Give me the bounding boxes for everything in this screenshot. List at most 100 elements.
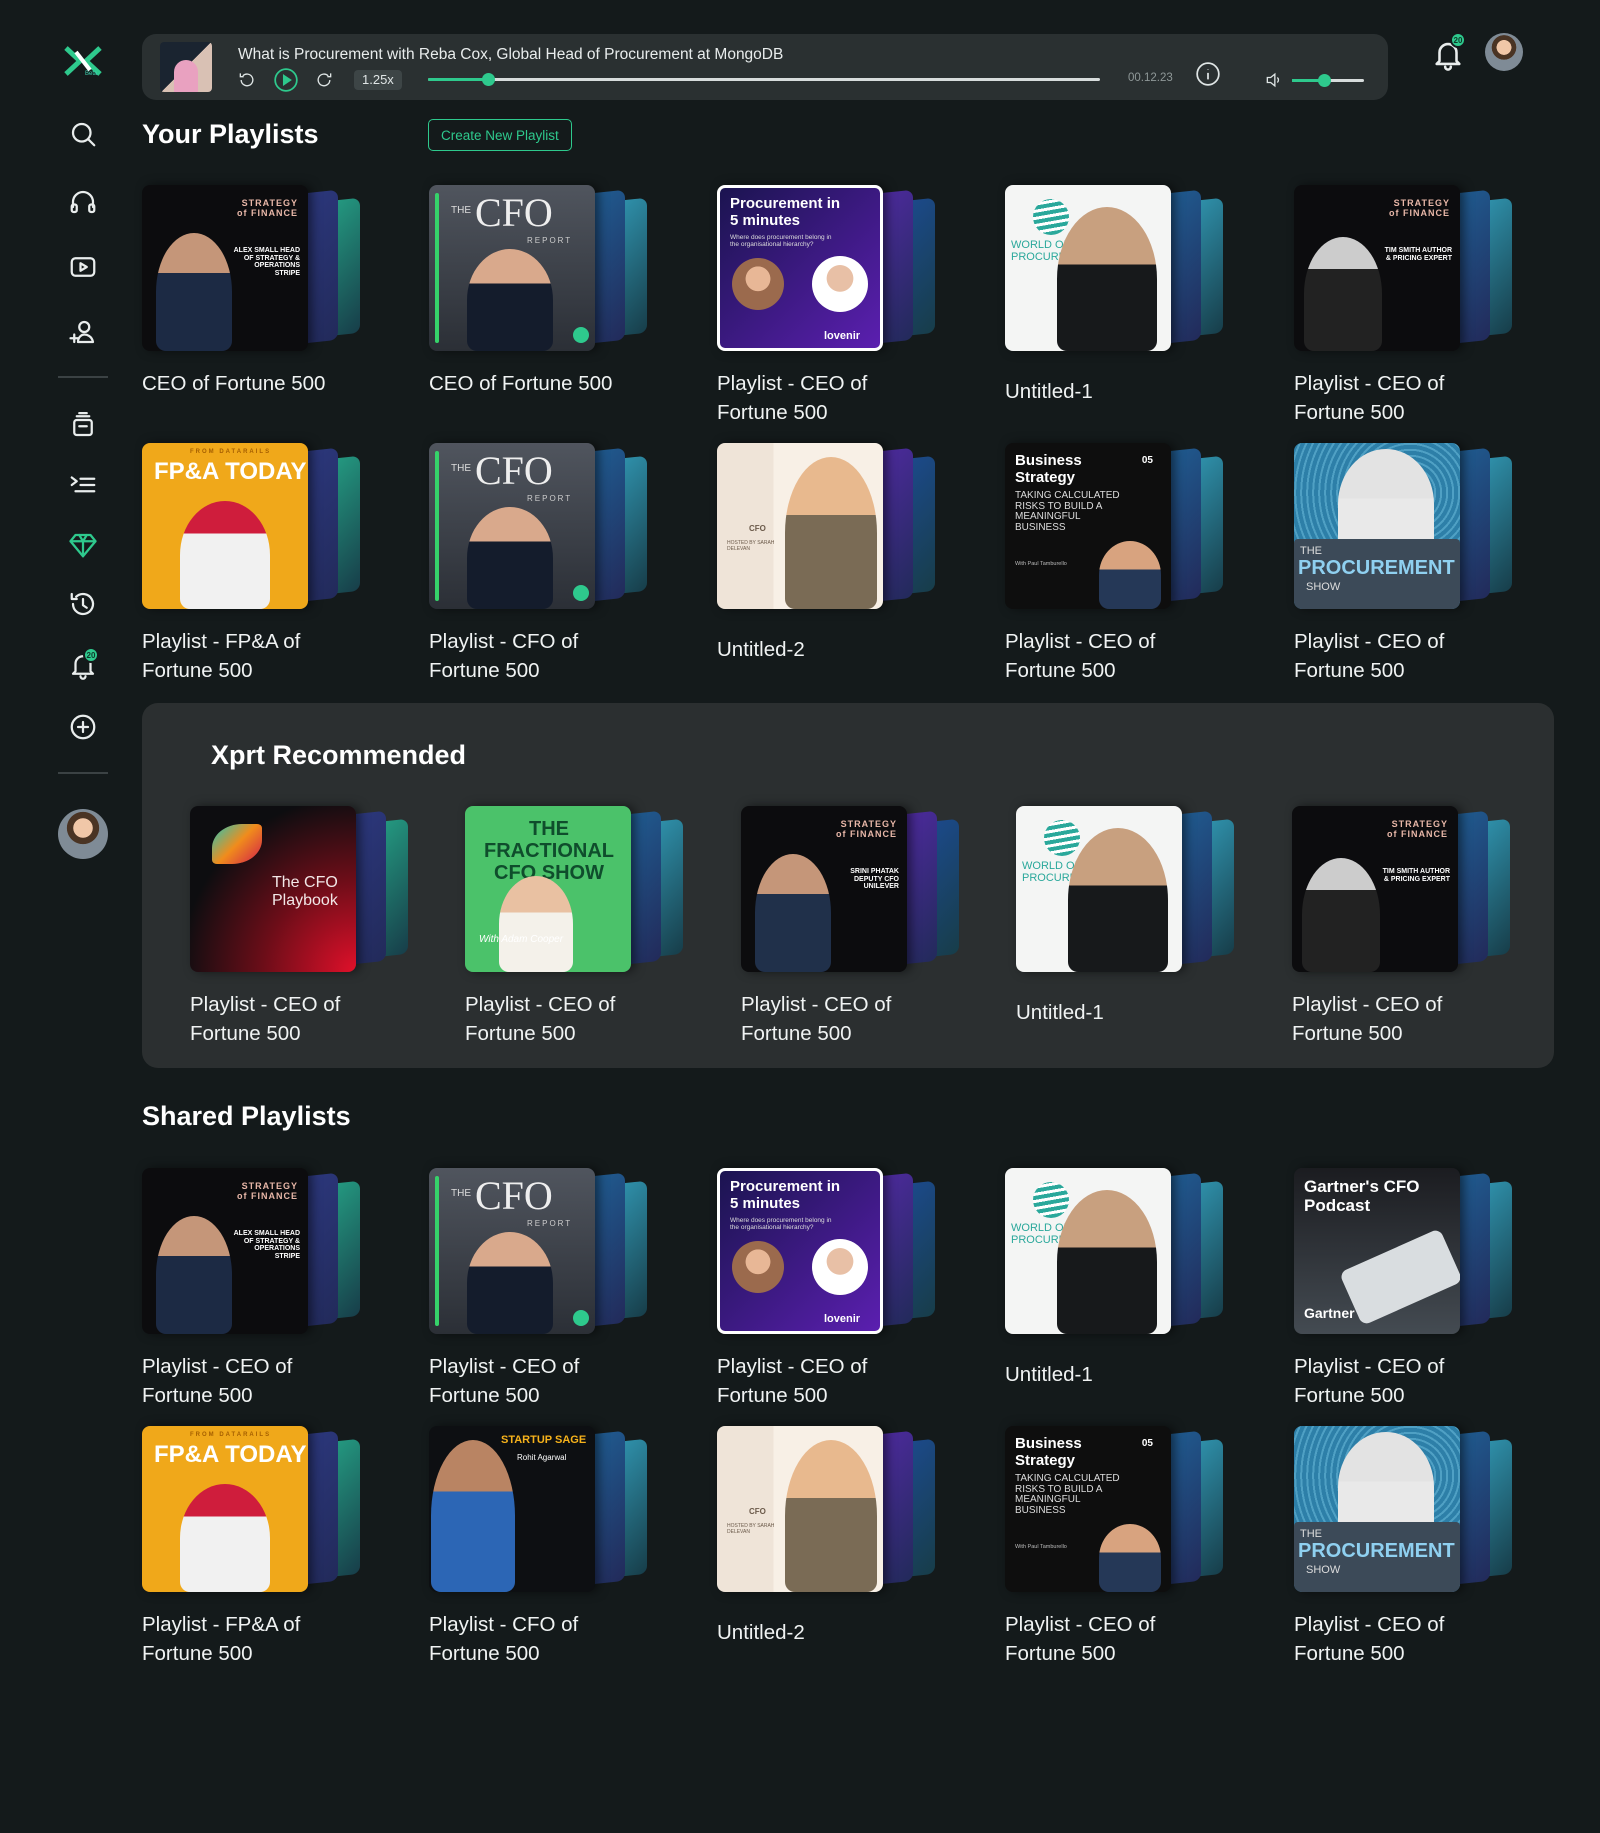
cover-title-text: THE FRACTIONAL CFO SHOW [484,818,614,884]
playlist-cover[interactable]: WORLD OF PROCUREMENT [1016,806,1182,972]
cover-guest-text: TIM SMITH AUTHOR & PRICING EXPERT [1384,247,1452,262]
cover-title-text: Gartner's CFO Podcast [1304,1177,1420,1215]
volume-slider[interactable] [1292,74,1364,87]
history-icon[interactable] [66,587,100,621]
playlist-label: Playlist - CEO of Fortune 500 [142,1355,293,1407]
hummingbird-icon [212,824,262,864]
playlist-cover[interactable]: Procurement in 5 minutes Where does procu… [717,1168,883,1334]
rewind-15-icon[interactable] [235,68,259,92]
playlist-cover[interactable]: THE CFO REPORT [429,443,595,609]
playback-speed-button[interactable]: 1.25x [354,70,402,90]
your_playlists-card[interactable]: CFO HOSTED BY SARAH DELEVAN Untitled-2 [717,443,947,683]
plus-circle-icon[interactable] [66,710,100,744]
shared_playlists-card[interactable]: THE PROCUREMENT SHOW Playlist - CEO of Fort… [1294,1426,1524,1666]
header-bell-icon[interactable]: 20 [1428,32,1468,74]
playlist-cover[interactable]: WORLD OF PROCUREMENT [1005,1168,1171,1334]
shared_playlists-card[interactable]: FROM DATARAILS FP&A TODAY Playlist - FP&A … [142,1426,372,1666]
volume-icon[interactable] [1262,68,1286,92]
playlist-cover[interactable]: Procurement in 5 minutes Where does procu… [717,185,883,351]
cover-stack: Business Strategy 05 TAKING CALCULATED RIS… [1005,1426,1237,1596]
shared_playlists-card[interactable]: THE CFO REPORT Playlist - CEO of Fortune 50… [429,1168,659,1408]
playlist-cover[interactable]: STRATEGY of FINANCE ALEX SMALL HEAD OF ST… [142,185,308,351]
forward-30-icon[interactable] [312,68,336,92]
your_playlists-card[interactable]: FROM DATARAILS FP&A TODAY Playlist - FP&A … [142,443,372,683]
info-icon[interactable] [1194,60,1222,88]
playlist-cover[interactable]: Gartner's CFO Podcast Gartner [1294,1168,1460,1334]
playlist-cover[interactable]: THE PROCUREMENT SHOW [1294,443,1460,609]
your_playlists-card[interactable]: THE CFO REPORT CEO of Fortune 500 [429,185,659,425]
search-icon[interactable] [66,117,100,151]
playlist-cover[interactable]: STRATEGY of FINANCE SRINI PHATAK DEPUTY C… [741,806,907,972]
header-avatar[interactable] [1485,33,1523,71]
cover-text: FROM DATARAILS [190,1432,272,1438]
your_playlists-card[interactable]: Procurement in 5 minutes Where does procu… [717,185,947,425]
your_playlists-card[interactable]: STRATEGY of FINANCE TIM SMITH AUTHOR & PR… [1294,185,1524,425]
cover-play-dot [573,585,589,601]
shared_playlists-card[interactable]: WORLD OF PROCUREMENT Untitled-1 [1005,1168,1235,1408]
queue-icon[interactable] [66,468,100,502]
recommended-card[interactable]: The CFO Playbook Playlist - CEO of Fortun… [190,806,420,1046]
shared_playlists-card[interactable]: STRATEGY of FINANCE ALEX SMALL HEAD OF ST… [142,1168,372,1408]
playlist-cover[interactable]: CFO HOSTED BY SARAH DELEVAN [717,443,883,609]
shared_playlists-card[interactable]: STARTUP SAGE Rohit Agarwal Playlist - CFO … [429,1426,659,1666]
your_playlists-card[interactable]: STRATEGY of FINANCE ALEX SMALL HEAD OF ST… [142,185,372,425]
cover-text: THE [1300,1528,1322,1540]
recommended-card[interactable]: WORLD OF PROCUREMENT Untitled-1 [1016,806,1246,1046]
cover-title-text: PROCUREMENT [1298,557,1455,579]
xprt-logo-icon[interactable] [62,42,104,80]
shared_playlists-card[interactable]: Gartner's CFO Podcast Gartner Playlist - C… [1294,1168,1524,1408]
playlist-cover[interactable]: FROM DATARAILS FP&A TODAY [142,1426,308,1592]
playlist-label: Untitled-2 [717,1621,805,1644]
playlist-cover[interactable]: Business Strategy 05 TAKING CALCULATED RIS… [1005,443,1171,609]
volume-handle[interactable] [1318,74,1332,87]
playlist-cover[interactable]: Business Strategy 05 TAKING CALCULATED RIS… [1005,1426,1171,1592]
diamond-icon[interactable] [66,528,100,562]
cover-text: HOSTED BY SARAH DELEVAN [727,1523,775,1535]
profile-avatar[interactable] [58,809,108,859]
episode-title: What is Procurement with Reba Cox, Globa… [238,46,784,63]
elapsed-time: 00.12.23 [1128,72,1173,84]
playlist-cover[interactable]: STRATEGY of FINANCE TIM SMITH AUTHOR & PR… [1292,806,1458,972]
playlist-cover[interactable]: THE PROCUREMENT SHOW [1294,1426,1460,1592]
recommended-card[interactable]: STRATEGY of FINANCE SRINI PHATAK DEPUTY C… [741,806,971,1046]
cover-brand-text: lovenir [824,330,861,342]
add-user-icon[interactable] [66,315,100,349]
playlist-cover[interactable]: STRATEGY of FINANCE TIM SMITH AUTHOR & PR… [1294,185,1460,351]
cover-person-image [732,1241,784,1293]
bell-icon[interactable]: 20 [66,647,100,682]
playlist-cover[interactable]: THE CFO REPORT [429,185,595,351]
play-icon[interactable] [272,66,300,94]
progress-handle[interactable] [482,73,496,86]
playlist-cover[interactable]: The CFO Playbook [190,806,356,972]
cover-text: SHOW [1306,581,1341,593]
cover-brand-text: lovenir [824,1313,861,1325]
recommended-card[interactable]: THE FRACTIONAL CFO SHOW With Adam Cooper P… [465,806,695,1046]
shared_playlists-card[interactable]: CFO HOSTED BY SARAH DELEVAN Untitled-2 [717,1426,947,1666]
playlist-cover[interactable]: STRATEGY of FINANCE ALEX SMALL HEAD OF ST… [142,1168,308,1334]
playlist-label: Playlist - CFO of Fortune 500 [429,630,579,682]
your_playlists-card[interactable]: WORLD OF PROCUREMENT Untitled-1 [1005,185,1235,425]
video-icon[interactable] [66,250,100,284]
cover-person-image [785,457,877,609]
playlist-cover[interactable]: THE CFO REPORT [429,1168,595,1334]
playlist-cover[interactable]: WORLD OF PROCUREMENT [1005,185,1171,351]
playlist-cover[interactable]: CFO HOSTED BY SARAH DELEVAN [717,1426,883,1592]
your_playlists-card[interactable]: THE PROCUREMENT SHOW Playlist - CEO of Fort… [1294,443,1524,683]
shared_playlists-card[interactable]: Procurement in 5 minutes Where does procu… [717,1168,947,1408]
episode-thumbnail[interactable] [160,42,212,92]
your_playlists-card[interactable]: Business Strategy 05 TAKING CALCULATED RIS… [1005,443,1235,683]
cover-text: Rohit Agarwal [517,1453,567,1462]
cover-body-text: TAKING CALCULATED RISKS TO BUILD A MEANI… [1015,490,1120,533]
playlist-cover[interactable]: STARTUP SAGE Rohit Agarwal [429,1426,595,1592]
playlist-label: Untitled-1 [1016,1001,1104,1024]
recommended-card[interactable]: STRATEGY of FINANCE TIM SMITH AUTHOR & PR… [1292,806,1522,1046]
progress-slider[interactable] [428,73,1100,86]
cover-title-text: Procurement in 5 minutes [730,1178,841,1212]
headphones-icon[interactable] [66,185,100,219]
library-icon[interactable] [66,408,100,442]
playlist-cover[interactable]: FROM DATARAILS FP&A TODAY [142,443,308,609]
your_playlists-card[interactable]: THE CFO REPORT Playlist - CFO of Fortune 50… [429,443,659,683]
shared_playlists-card[interactable]: Business Strategy 05 TAKING CALCULATED RIS… [1005,1426,1235,1666]
create-playlist-button[interactable]: Create New Playlist [428,119,572,151]
playlist-cover[interactable]: THE FRACTIONAL CFO SHOW With Adam Cooper [465,806,631,972]
